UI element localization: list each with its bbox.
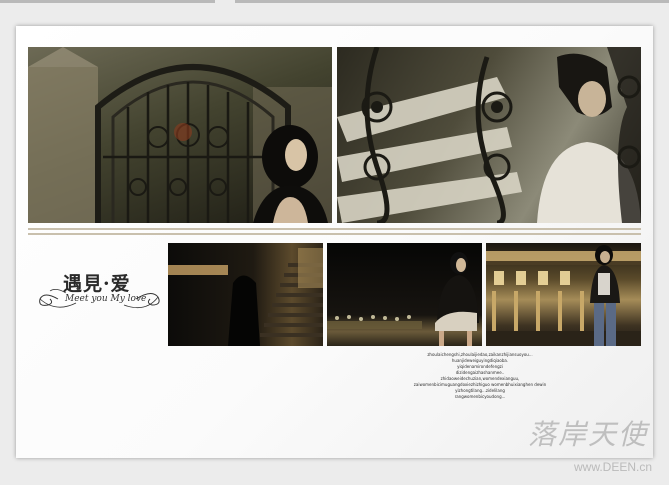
- divider-rule-bottom: [28, 233, 641, 235]
- top-decor-line-right: [235, 0, 669, 3]
- poem-line: rangwomenbicyoudong...: [454, 394, 506, 399]
- photo-building-night: [486, 243, 641, 346]
- title-block: 遇見·爱 Meet you My love: [36, 269, 166, 319]
- watermark-url: www.DEEN.cn: [574, 460, 653, 474]
- poem-text-block: zhoulaichengshi,zhoulaijiedao,zaikanzhij…: [360, 352, 600, 400]
- photo-woman-sitting: [327, 243, 482, 346]
- photo-bench-man: [337, 47, 641, 223]
- top-decor-line-left: [0, 0, 215, 3]
- bench-illustration: [337, 47, 641, 223]
- gate-illustration: [28, 47, 332, 223]
- watermark-text: 落岸天使: [528, 418, 649, 451]
- stairs-illustration: [168, 248, 323, 346]
- photo-gate-woman: [28, 47, 332, 223]
- album-page: 遇見·爱 Meet you My love zhoulaichengshi,zh…: [16, 26, 653, 458]
- photo-stairs: [168, 243, 323, 346]
- title-chinese: 遇見·爱: [63, 273, 131, 295]
- divider-rule-top: [28, 228, 641, 230]
- title-english: Meet you My love: [65, 294, 147, 304]
- building-illustration: [486, 245, 641, 346]
- sitting-illustration: [327, 252, 479, 346]
